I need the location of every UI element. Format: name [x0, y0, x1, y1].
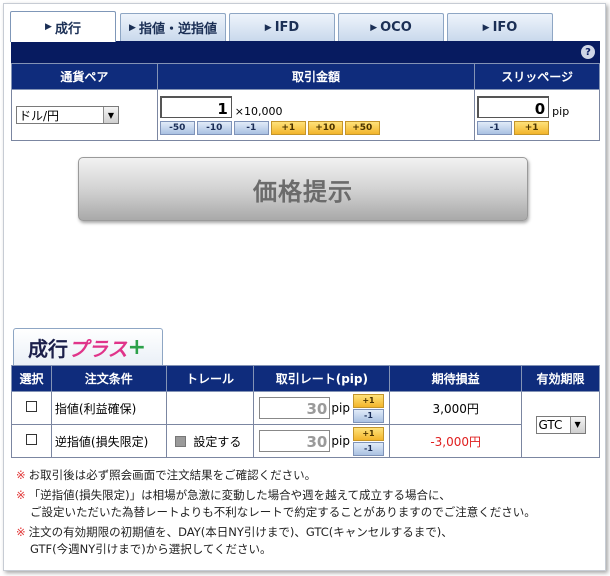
- stop-rate-input[interactable]: 30: [259, 430, 331, 452]
- note-text: ご設定いただいた為替レートよりも不利なレートで約定することがありますのでご注意く…: [30, 505, 536, 519]
- note-mark: ※: [16, 525, 26, 539]
- triangle-right-icon: ▶: [45, 22, 52, 32]
- note-mark: ※: [16, 468, 26, 482]
- header-amount: 取引金額: [156, 63, 476, 90]
- amount-minus-1-button[interactable]: -1: [233, 120, 269, 135]
- condition-cell: 逆指値(損失限定): [50, 424, 167, 458]
- order-type-tabs: ▶ 成行 ▶ 指値・逆指値 ▶ IFD ▶ OCO ▶ IFO: [10, 11, 600, 42]
- slippage-unit: pip: [552, 104, 570, 118]
- trail-cell: [165, 391, 255, 425]
- request-price-button[interactable]: 価格提示: [78, 157, 528, 221]
- tab-market[interactable]: ▶ 成行: [10, 11, 116, 42]
- header-trail: トレール: [165, 365, 255, 392]
- tab-limit-stop[interactable]: ▶ 指値・逆指値: [120, 13, 226, 41]
- limit-rate-input[interactable]: 30: [259, 397, 331, 419]
- expiry-select[interactable]: GTC ▼: [535, 415, 586, 434]
- amount-buttons: -50 -10 -1 +1 +10 +50: [159, 120, 474, 135]
- stop-checkbox[interactable]: [25, 434, 37, 445]
- header-expiry: 有効期限: [521, 365, 600, 392]
- rate-unit: pip: [331, 401, 350, 415]
- table-row: 逆指値(損失限定) 設定する 30 pip +1 -1 -3,000円: [11, 424, 600, 458]
- tab-label: OCO: [380, 20, 412, 35]
- triangle-right-icon: ▶: [482, 22, 490, 33]
- trail-label: 設定する: [193, 434, 242, 449]
- triangle-right-icon: ▶: [370, 22, 378, 33]
- plus-tab-text: 成行: [28, 336, 68, 361]
- condition-cell: 指値(利益確保): [50, 391, 167, 425]
- plus-order-table: 選択 注文条件 トレール 取引レート(pip) 期待損益 有効期限 指値(利益確…: [11, 365, 600, 458]
- amount-unit: ×10,000: [234, 104, 283, 118]
- amount-cell: 1 ×10,000 -50 -10 -1 +1 +10 +50: [156, 89, 476, 141]
- note-text: GTF(今週NY引けまで)から選択してください。: [30, 542, 272, 556]
- amount-input[interactable]: 1: [159, 95, 232, 118]
- expiry-value: GTC: [538, 417, 563, 432]
- trail-checkbox[interactable]: [174, 435, 186, 447]
- tab-ifd[interactable]: ▶ IFD: [229, 13, 335, 41]
- note-text: お取引後は必ず照会画面で注文結果をご確認ください。: [28, 468, 317, 482]
- note-text: 注文の有効期限の初期値を、DAY(本日NY引けまで)、GTC(キャンセルするまで…: [28, 525, 453, 539]
- amount-plus-50-button[interactable]: +50: [344, 120, 380, 135]
- stop-rate-minus-button[interactable]: -1: [352, 441, 384, 456]
- note-text: 「逆指値(損失限定)」は相場が急激に変動した場合や週を越えて成立する場合に、: [28, 488, 451, 502]
- header-rate: 取引レート(pip): [253, 365, 391, 392]
- tab-oco[interactable]: ▶ OCO: [338, 13, 444, 41]
- note-mark: ※: [16, 488, 26, 502]
- plus-icon: +: [127, 334, 147, 360]
- header-bar: ?: [11, 41, 600, 63]
- pnl-cell: -3,000円: [389, 424, 523, 458]
- tab-label: 成行: [54, 21, 81, 37]
- chevron-down-icon: ▼: [569, 416, 585, 433]
- select-cell: [11, 391, 52, 425]
- header-select: 選択: [11, 365, 52, 392]
- rate-cell: 30 pip +1 -1: [253, 391, 391, 425]
- pair-cell: ドル/円 ▼: [11, 89, 158, 141]
- order-table: 通貨ペア 取引金額 スリッページ ドル/円 ▼ 1 ×10,000 -50 -1…: [11, 63, 600, 141]
- amount-plus-1-button[interactable]: +1: [270, 120, 306, 135]
- triangle-right-icon: ▶: [264, 22, 272, 33]
- plus-tab-text-accent: プラス: [68, 336, 128, 361]
- rate-cell: 30 pip +1 -1: [253, 424, 391, 458]
- header-expected-pnl: 期待損益: [389, 365, 523, 392]
- header-slippage: スリッページ: [474, 63, 600, 90]
- limit-checkbox[interactable]: [25, 401, 37, 412]
- tab-label: IFD: [274, 20, 300, 35]
- market-plus-tab[interactable]: 成行 プラス +: [13, 328, 163, 365]
- expiry-cell: GTC ▼: [521, 391, 600, 458]
- chevron-down-icon: ▼: [103, 107, 118, 123]
- slippage-minus-1-button[interactable]: -1: [477, 120, 513, 135]
- select-cell: [11, 424, 52, 458]
- slippage-input[interactable]: 0: [477, 95, 550, 118]
- tab-label: IFO: [492, 20, 518, 35]
- stop-rate-plus-button[interactable]: +1: [352, 426, 384, 441]
- currency-pair-select[interactable]: ドル/円 ▼: [16, 106, 119, 124]
- amount-minus-10-button[interactable]: -10: [196, 120, 232, 135]
- slippage-plus-1-button[interactable]: +1: [514, 120, 550, 135]
- trail-cell: 設定する: [165, 424, 255, 458]
- limit-rate-plus-button[interactable]: +1: [352, 393, 384, 408]
- tab-ifo[interactable]: ▶ IFO: [447, 13, 553, 41]
- amount-plus-10-button[interactable]: +10: [307, 120, 343, 135]
- pnl-cell: 3,000円: [389, 391, 523, 425]
- slippage-cell: 0 pip -1 +1: [474, 89, 600, 141]
- tab-label: 指値・逆指値: [138, 22, 217, 37]
- table-row: 指値(利益確保) 30 pip +1 -1 3,000円 GTC ▼: [11, 391, 600, 458]
- limit-rate-minus-button[interactable]: -1: [352, 408, 384, 423]
- header-condition: 注文条件: [50, 365, 167, 392]
- notes: ※ お取引後は必ず照会画面で注文結果をご確認ください。 ※ 「逆指値(損失限定)」は…: [16, 467, 601, 561]
- currency-pair-value: ドル/円: [19, 108, 60, 123]
- slippage-buttons: -1 +1: [477, 120, 599, 135]
- header-pair: 通貨ペア: [11, 63, 158, 90]
- amount-minus-50-button[interactable]: -50: [159, 120, 195, 135]
- help-icon[interactable]: ?: [581, 45, 595, 59]
- triangle-right-icon: ▶: [129, 22, 136, 33]
- rate-unit: pip: [331, 434, 350, 448]
